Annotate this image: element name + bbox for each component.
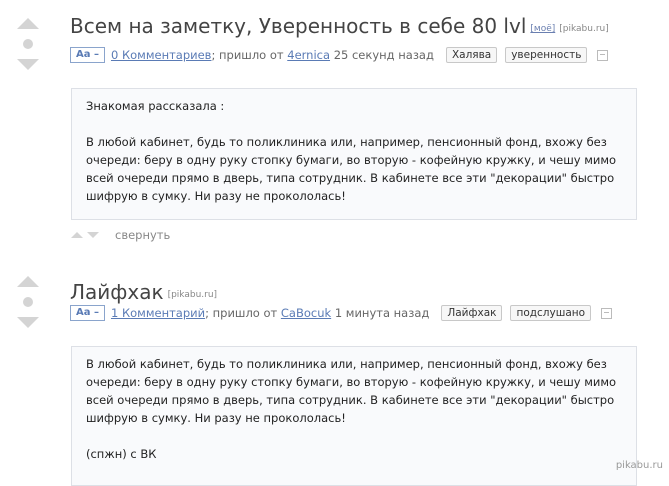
post-time: 1 минута назад — [334, 306, 430, 320]
downvote-icon[interactable] — [17, 317, 39, 328]
save-icon[interactable] — [597, 49, 609, 61]
text-size-button[interactable]: Aa – — [70, 47, 105, 63]
title-tag-source: [pikabu.ru] — [559, 24, 609, 34]
from-label: пришло от — [212, 306, 278, 320]
post-time: 25 секунд назад — [333, 48, 434, 62]
collapse-link[interactable]: свернуть — [115, 228, 170, 242]
title-tag-mine[interactable]: [моё] — [530, 24, 555, 34]
post-title-row: Всем на заметку, Уверенность в себе 80 l… — [70, 14, 609, 38]
post-title[interactable]: Всем на заметку, Уверенность в себе 80 l… — [70, 14, 526, 38]
post-meta: Aa – 0 Комментариев; пришло от 4ernica 2… — [70, 47, 609, 63]
post-text: В любой кабинет, будь то поликлиника или… — [86, 135, 617, 203]
rating-dot-icon — [23, 39, 33, 49]
save-icon[interactable] — [601, 307, 613, 319]
tag[interactable]: подслушано — [510, 305, 592, 321]
post-body: В любой кабинет, будь то поликлиника или… — [71, 346, 637, 486]
post-meta: Aa – 1 Комментарий; пришло от CaBocuk 1 … — [70, 305, 613, 321]
from-label: пришло от — [219, 48, 284, 62]
mini-downvote-icon[interactable] — [87, 232, 99, 238]
post-text: В любой кабинет, будь то поликлиника или… — [86, 357, 617, 425]
post-text: Знакомая рассказала : — [86, 99, 225, 113]
post-body: Знакомая рассказала : В любой кабинет, б… — [71, 88, 637, 220]
rating-dot-icon — [23, 297, 33, 307]
tag[interactable]: Лайфхак — [441, 305, 503, 321]
upvote-icon[interactable] — [17, 18, 39, 29]
title-tag-source: [pikabu.ru] — [167, 290, 218, 300]
author-link[interactable]: 4ernica — [287, 48, 330, 62]
text-size-button[interactable]: Aa – — [70, 305, 105, 321]
comments-link[interactable]: 1 Комментарий — [111, 306, 205, 320]
post-title-row: Лайфхак [pikabu.ru] — [70, 280, 217, 304]
tag[interactable]: Халява — [445, 47, 498, 63]
meta-separator: ; — [211, 48, 216, 62]
post-footer: свернуть — [71, 228, 170, 242]
post-title[interactable]: Лайфхак — [70, 280, 164, 304]
upvote-icon[interactable] — [17, 276, 39, 287]
watermark: pikabu.ru — [615, 460, 663, 471]
vote-widget — [14, 276, 42, 328]
tag[interactable]: уверенность — [505, 47, 588, 63]
vote-widget — [14, 18, 42, 70]
mini-upvote-icon[interactable] — [71, 232, 83, 238]
downvote-icon[interactable] — [17, 59, 39, 70]
meta-separator: ; — [205, 306, 209, 320]
post-text: (спжн) с ВК — [86, 447, 157, 461]
comments-link[interactable]: 0 Комментариев — [111, 48, 212, 62]
author-link[interactable]: CaBocuk — [281, 306, 331, 320]
